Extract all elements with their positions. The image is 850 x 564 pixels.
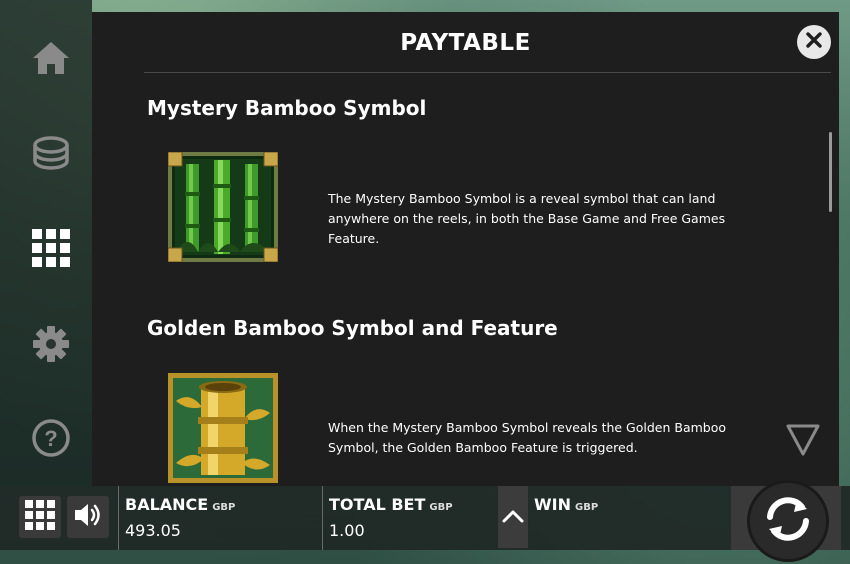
side-menu: ? bbox=[0, 0, 92, 486]
currency-label: GBP bbox=[212, 502, 236, 513]
refresh-icon bbox=[760, 491, 816, 551]
win-label: WIN GBP bbox=[534, 495, 599, 514]
gear-icon[interactable] bbox=[29, 322, 73, 366]
bottom-bar: BALANCE GBP 493.05 TOTAL BET GBP 1.00 WIN G… bbox=[0, 480, 850, 564]
speaker-icon bbox=[73, 501, 103, 533]
golden-bamboo-symbol bbox=[168, 373, 278, 483]
scroll-down-button[interactable] bbox=[785, 423, 821, 457]
total-bet-value: 1.00 bbox=[329, 521, 365, 540]
header-divider bbox=[144, 72, 831, 73]
paytable-panel: PAYTABLE Mystery Bamboo Symbol The Myste… bbox=[92, 12, 839, 486]
svg-text:?: ? bbox=[44, 426, 57, 451]
spin-area bbox=[731, 480, 841, 562]
coins-icon[interactable] bbox=[29, 131, 73, 175]
help-icon[interactable]: ? bbox=[29, 416, 73, 460]
bet-increase-button[interactable] bbox=[498, 486, 528, 548]
home-icon[interactable] bbox=[29, 36, 73, 80]
spin-button[interactable] bbox=[747, 480, 829, 562]
grid-icon bbox=[25, 500, 55, 534]
section-description: The Mystery Bamboo Symbol is a reveal sy… bbox=[328, 191, 726, 246]
section-description: When the Mystery Bamboo Symbol reveals t… bbox=[328, 420, 727, 455]
total-bet-display: TOTAL BET GBP 1.00 bbox=[322, 486, 499, 550]
currency-label: GBP bbox=[575, 502, 599, 513]
paytable-content[interactable]: Mystery Bamboo Symbol The Mystery Bamboo… bbox=[92, 74, 839, 486]
balance-label: BALANCE GBP bbox=[125, 495, 236, 514]
close-icon bbox=[806, 32, 822, 52]
menu-button[interactable] bbox=[19, 496, 61, 538]
sound-button[interactable] bbox=[67, 496, 109, 538]
paytable-header: PAYTABLE bbox=[92, 12, 839, 74]
green-bamboo-symbol bbox=[167, 151, 279, 263]
win-display: WIN GBP bbox=[528, 486, 728, 550]
balance-value: 493.05 bbox=[125, 521, 181, 540]
currency-label: GBP bbox=[429, 502, 453, 513]
grid-icon[interactable] bbox=[29, 226, 73, 270]
section-title: Golden Bamboo Symbol and Feature bbox=[147, 316, 558, 340]
chevron-down-icon bbox=[785, 424, 821, 461]
total-bet-label: TOTAL BET GBP bbox=[329, 495, 453, 514]
close-button[interactable] bbox=[797, 25, 831, 59]
scrollbar[interactable] bbox=[829, 132, 832, 212]
section-title: Mystery Bamboo Symbol bbox=[147, 96, 427, 120]
page-title: PAYTABLE bbox=[400, 30, 531, 56]
balance-display: BALANCE GBP 493.05 bbox=[118, 486, 323, 550]
chevron-up-icon bbox=[502, 508, 524, 527]
